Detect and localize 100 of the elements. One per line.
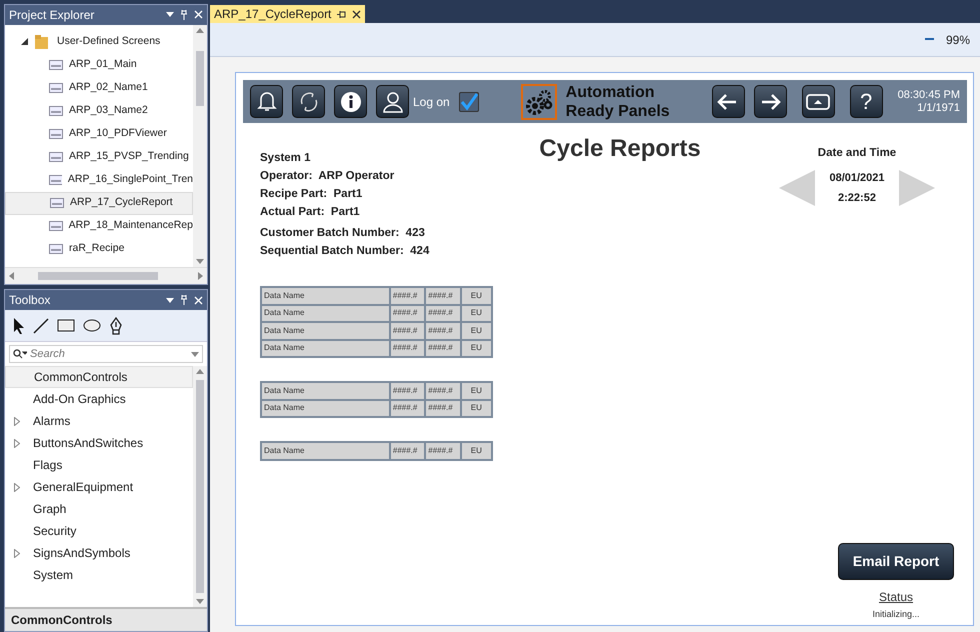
- panel-title: Toolbox: [9, 292, 52, 309]
- scroll-thumb[interactable]: [196, 380, 204, 593]
- scroll-up-icon[interactable]: [196, 28, 204, 33]
- toolbox-category[interactable]: Add-On Graphics: [5, 388, 193, 410]
- brand-name: Automation Ready Panels: [566, 82, 670, 120]
- tree-item[interactable]: ARP_16_SinglePoint_Tren: [5, 168, 193, 192]
- unit-cell: EU: [460, 382, 492, 400]
- dropdown-icon[interactable]: [166, 12, 174, 18]
- logon-label: Log on: [413, 94, 450, 110]
- screen-icon: [49, 83, 63, 94]
- toolbox-category[interactable]: Graph: [5, 498, 193, 520]
- info-line: System 1: [260, 151, 312, 166]
- tree-item[interactable]: ARP_03_Name2: [5, 100, 193, 123]
- toolbox-category[interactable]: System: [5, 564, 193, 586]
- info-line: Recipe Part: Part1: [260, 187, 364, 202]
- horizontal-scrollbar[interactable]: [5, 268, 207, 284]
- toolbox-category[interactable]: Security: [5, 520, 193, 542]
- value-cell: ####.#: [425, 382, 461, 400]
- scroll-up-icon[interactable]: [196, 369, 204, 374]
- scroll-left-icon[interactable]: [9, 272, 14, 280]
- toolbox-category[interactable]: Flags: [5, 454, 193, 476]
- scroll-right-icon[interactable]: [198, 272, 203, 280]
- tree-item[interactable]: ARP_15_PVSP_Trending: [5, 146, 193, 169]
- toolbox-category[interactable]: SignsAndSymbols: [5, 542, 193, 564]
- forward-button[interactable]: [754, 85, 787, 118]
- data-name-cell: Data Name: [261, 382, 390, 400]
- scroll-thumb[interactable]: [38, 272, 158, 280]
- line-icon[interactable]: [33, 318, 49, 334]
- user-button[interactable]: [376, 85, 409, 118]
- selected-category-label: CommonControls: [5, 607, 207, 631]
- data-name-cell: Data Name: [261, 442, 390, 460]
- document-tab[interactable]: ARP_17_CycleReport: [210, 5, 366, 23]
- value-cell: ####.#: [390, 382, 426, 400]
- rectangle-icon[interactable]: [57, 319, 75, 332]
- info-line: Actual Part: Part1: [260, 205, 361, 220]
- scroll-down-icon[interactable]: [196, 599, 204, 604]
- info-line: Operator: ARP Operator: [260, 169, 396, 184]
- value-cell: ####.#: [425, 322, 461, 340]
- zoom-out-icon[interactable]: [924, 38, 934, 41]
- value-cell: ####.#: [390, 287, 426, 304]
- logon-checkbox[interactable]: [458, 92, 479, 112]
- tree-item[interactable]: ARP_17_CycleReport: [5, 192, 193, 215]
- pointer-icon[interactable]: [13, 318, 25, 334]
- help-button[interactable]: ?: [850, 85, 883, 118]
- keyboard-button[interactable]: [802, 85, 835, 118]
- tree-item[interactable]: ARP_01_Main: [5, 54, 193, 77]
- folder-icon: [35, 35, 49, 50]
- tree-item[interactable]: User-Defined Screens: [5, 30, 193, 54]
- screen-icon: [49, 221, 63, 232]
- search-icon[interactable]: [13, 349, 27, 359]
- toolbox-category[interactable]: Alarms: [5, 410, 193, 432]
- screen-icon: [50, 198, 64, 208]
- ellipse-icon[interactable]: [83, 319, 101, 332]
- search-box[interactable]: Search: [9, 345, 203, 363]
- data-name-cell: Data Name: [261, 322, 390, 340]
- bell-button[interactable]: [250, 85, 283, 118]
- value-cell: ####.#: [425, 287, 461, 304]
- report-time: 2:22:52: [837, 191, 877, 206]
- info-line: Sequential Batch Number: 424: [260, 244, 430, 259]
- screen-icon: [49, 129, 63, 140]
- scrollbar[interactable]: [193, 24, 207, 268]
- pen-icon[interactable]: [109, 316, 123, 334]
- unit-cell: EU: [460, 287, 492, 304]
- expand-icon[interactable]: [21, 38, 29, 46]
- email-report-button[interactable]: Email Report: [838, 542, 954, 580]
- refresh-button[interactable]: [292, 85, 325, 118]
- back-button[interactable]: [712, 85, 745, 118]
- close-icon[interactable]: [352, 10, 362, 18]
- tree-item[interactable]: ARP_02_Name1: [5, 76, 193, 100]
- tree-item[interactable]: ARP_10_PDFViewer: [5, 122, 193, 146]
- unit-cell: EU: [460, 442, 492, 460]
- scroll-down-icon[interactable]: [196, 259, 204, 264]
- tree-item[interactable]: ARP_18_MaintenanceRep: [5, 214, 193, 238]
- clock-date: 1/1/1971: [916, 102, 960, 114]
- dropdown-icon[interactable]: [191, 352, 199, 356]
- screen-title: Cycle Reports: [538, 134, 702, 164]
- toolbox-category[interactable]: ButtonsAndSwitches: [5, 432, 193, 454]
- info-line: Customer Batch Number: 423: [260, 226, 426, 241]
- screen-icon: [49, 60, 63, 70]
- toolbox-category[interactable]: CommonControls: [5, 366, 193, 388]
- screen-icon: [49, 175, 62, 186]
- scrollbar[interactable]: [193, 366, 207, 607]
- screen-icon: [49, 106, 63, 116]
- status-text: Initializing...: [872, 608, 920, 621]
- clock-time: 08:30:45 PM: [898, 88, 960, 102]
- dropdown-icon[interactable]: [166, 298, 174, 302]
- tree-item[interactable]: raR_Recipe: [5, 238, 193, 261]
- value-cell: ####.#: [390, 442, 426, 460]
- value-cell: ####.#: [425, 442, 461, 460]
- scroll-thumb[interactable]: [196, 50, 204, 106]
- info-button[interactable]: [334, 85, 367, 118]
- report-date: 08/01/2021: [829, 171, 885, 186]
- pin-icon[interactable]: [337, 10, 346, 18]
- toolbox-category[interactable]: GeneralEquipment: [5, 476, 193, 498]
- screen-icon: [49, 244, 63, 254]
- date-time-label: Date and Time: [818, 146, 896, 161]
- check-icon: [460, 92, 478, 110]
- status-link[interactable]: Status: [878, 588, 914, 606]
- panel-title: Project Explorer: [9, 6, 96, 24]
- data-name-cell: Data Name: [261, 287, 390, 304]
